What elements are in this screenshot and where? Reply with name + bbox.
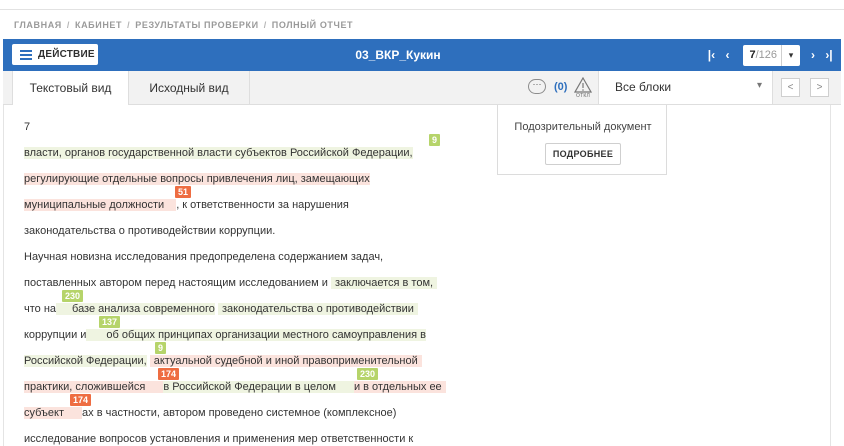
suspicious-document-popup: Подозрительный документ ПОДРОБНЕЕ bbox=[497, 105, 667, 175]
prev-block-button[interactable]: < bbox=[781, 78, 800, 97]
comment-count: (0) bbox=[554, 81, 568, 93]
chevron-down-icon[interactable]: ▾ bbox=[781, 44, 800, 66]
text-line: субъект ах в частности, автором проведено… bbox=[24, 407, 397, 419]
warning-triangle-icon bbox=[573, 76, 593, 93]
match-badge[interactable]: 230 bbox=[357, 368, 379, 380]
details-button[interactable]: ПОДРОБНЕЕ bbox=[545, 143, 621, 165]
text-line: муниципальные должности, к ответственнос… bbox=[24, 199, 349, 211]
prev-page-icon[interactable]: ‹ bbox=[719, 48, 735, 62]
highlighted-fragment[interactable]: в Российской Федерации в целом bbox=[163, 381, 336, 393]
highlighted-fragment[interactable]: регулирующие отдельные вопросы привлечен… bbox=[24, 173, 370, 185]
highlighted-fragment[interactable]: муниципальные должности bbox=[24, 199, 165, 211]
text-line: исследование вопросов установления и при… bbox=[24, 433, 414, 445]
document-text-area: 7 9 власти, органов государственной влас… bbox=[3, 105, 831, 446]
blocks-filter-select[interactable]: Все блоки ▾ bbox=[598, 71, 773, 104]
text-line: практики, сложившейся в Российской Федера… bbox=[24, 381, 446, 394]
match-badge[interactable]: 9 bbox=[429, 134, 441, 146]
warning-status-label: ОТКЛ bbox=[576, 93, 590, 99]
comments-icon[interactable]: ··· bbox=[528, 79, 546, 94]
next-page-icon[interactable]: › bbox=[805, 48, 821, 62]
breadcrumb-separator: / bbox=[66, 20, 70, 30]
document-title: 03_ВКР_Кукин bbox=[355, 48, 441, 62]
highlighted-fragment[interactable]: и в отдельных ее bbox=[353, 381, 446, 393]
match-badge[interactable]: 137 bbox=[99, 316, 121, 328]
page-total: /126 bbox=[755, 49, 777, 61]
tab-text-view[interactable]: Текстовый вид bbox=[12, 71, 129, 105]
text-line: 7 bbox=[24, 121, 31, 133]
text-line: Российской Федерации, актуальной судебно… bbox=[24, 355, 422, 368]
highlighted-fragment[interactable]: заключается в том, bbox=[330, 277, 438, 289]
first-page-icon[interactable]: |‹ bbox=[703, 48, 719, 62]
breadcrumb: ГЛАВНАЯ / КАБИНЕТ / РЕЗУЛЬТАТЫ ПРОВЕРКИ / ПОЛН… bbox=[14, 20, 353, 30]
text-line: законодательства о противодействии корру… bbox=[24, 225, 276, 237]
highlighted-fragment[interactable]: базе анализа современного bbox=[72, 303, 215, 315]
text-line: Научная новизна исследования предопредел… bbox=[24, 251, 384, 263]
top-border bbox=[0, 0, 844, 10]
text-line: регулирующие отдельные вопросы привлечен… bbox=[24, 173, 370, 186]
match-badge[interactable]: 230 bbox=[62, 290, 84, 302]
match-badge[interactable]: 174 bbox=[70, 394, 92, 406]
view-tabs-bar: Текстовый вид Исходный вид ··· (0) ОТКЛ … bbox=[3, 71, 841, 105]
report-toolbar: ДЕЙСТВИЕ 03_ВКР_Кукин |‹ ‹ 7/126 ▾ › ›| bbox=[3, 39, 841, 71]
last-page-icon[interactable]: ›| bbox=[821, 48, 837, 62]
next-block-button[interactable]: > bbox=[810, 78, 829, 97]
highlighted-fragment[interactable]: власти, органов государственной власти с… bbox=[24, 147, 413, 159]
breadcrumb-full-report: ПОЛНЫЙ ОТЧЕТ bbox=[271, 20, 354, 30]
highlighted-fragment[interactable]: законодательства о противодействии bbox=[217, 303, 418, 315]
breadcrumb-results[interactable]: РЕЗУЛЬТАТЫ ПРОВЕРКИ bbox=[135, 20, 258, 30]
page-selector[interactable]: 7/126 ▾ bbox=[743, 44, 800, 66]
breadcrumb-separator: / bbox=[263, 20, 267, 30]
text-line: коррупции и об общих принципах организаци… bbox=[24, 329, 427, 341]
breadcrumb-cabinet[interactable]: КАБИНЕТ bbox=[75, 20, 122, 30]
text-line: что на базе анализа современного законода… bbox=[24, 303, 418, 316]
highlighted-fragment[interactable]: Российской Федерации, bbox=[24, 355, 147, 367]
match-badge[interactable]: 9 bbox=[155, 342, 167, 354]
highlighted-fragment[interactable]: практики, сложившейся bbox=[24, 381, 146, 393]
match-badge[interactable]: 174 bbox=[158, 368, 180, 380]
page-navigation: |‹ ‹ 7/126 ▾ › ›| bbox=[703, 39, 841, 71]
match-badge[interactable]: 51 bbox=[175, 186, 192, 198]
tab-source-view[interactable]: Исходный вид bbox=[129, 71, 250, 104]
highlighted-fragment[interactable]: актуальной судебной и иной правоприменит… bbox=[149, 355, 422, 367]
blocks-filter-value: Все блоки bbox=[615, 80, 672, 94]
chevron-down-icon: ▾ bbox=[756, 80, 762, 91]
popup-title: Подозрительный документ bbox=[514, 121, 652, 133]
warning-icon[interactable]: ОТКЛ bbox=[573, 76, 593, 99]
breadcrumb-home[interactable]: ГЛАВНАЯ bbox=[14, 20, 62, 30]
breadcrumb-separator: / bbox=[127, 20, 131, 30]
highlighted-fragment[interactable]: об общих принципах организации местного … bbox=[106, 329, 427, 341]
highlighted-fragment[interactable]: субъект bbox=[24, 407, 65, 419]
text-line: власти, органов государственной власти с… bbox=[24, 147, 413, 160]
text-line: поставленных автором перед настоящим исс… bbox=[24, 277, 438, 290]
